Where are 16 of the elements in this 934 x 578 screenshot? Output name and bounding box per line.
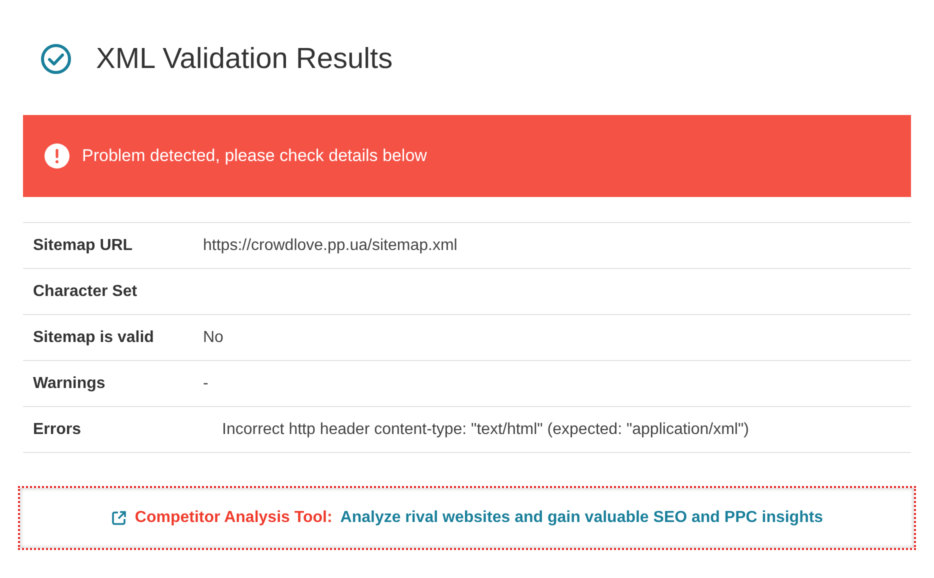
row-value: Incorrect http header content-type: "text/html" (expected: "application/xml")	[221, 420, 749, 438]
row-value: -	[203, 374, 208, 392]
row-label: Warnings	[32, 374, 106, 392]
row-label: Errors	[32, 420, 82, 438]
check-circle-icon	[40, 43, 72, 75]
external-link-icon	[110, 510, 127, 526]
exclamation-circle-icon	[44, 143, 70, 169]
row-value: No	[203, 328, 224, 346]
row-label: Character Set	[32, 282, 138, 300]
page-title: XML Validation Results	[96, 42, 393, 76]
alert-message: Problem detected, please check details below	[82, 146, 427, 166]
promo-link[interactable]: Analyze rival websites and gain valuable SEO and PPC insights	[340, 509, 824, 527]
row-value: https://crowdlove.pp.ua/sitemap.xml	[203, 236, 458, 254]
row-label: Sitemap is valid	[32, 328, 155, 346]
row-label: Sitemap URL	[32, 236, 134, 254]
promo-lead: Competitor Analysis Tool:	[134, 509, 332, 527]
